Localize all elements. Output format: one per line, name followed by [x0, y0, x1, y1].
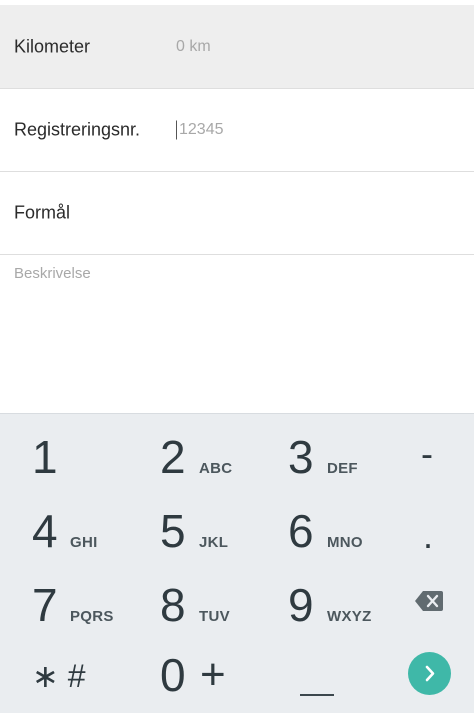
key-2-letters: ABC	[199, 460, 233, 477]
key-7[interactable]: 7 PQRS	[32, 582, 122, 632]
key-1[interactable]: 1	[32, 434, 112, 484]
key-8[interactable]: 8 TUV	[160, 582, 250, 632]
key-5[interactable]: 5 JKL	[160, 508, 250, 558]
registration-field-row[interactable]: Registreringsnr. 12345	[0, 89, 474, 172]
key-5-digit: 5	[160, 505, 186, 557]
key-dot[interactable]: .	[423, 518, 433, 554]
key-4-digit: 4	[32, 505, 58, 557]
key-4[interactable]: 4 GHI	[32, 508, 112, 558]
key-6-digit: 6	[288, 505, 314, 557]
key-5-letters: JKL	[199, 534, 229, 551]
key-0-plus: +	[200, 650, 226, 699]
description-field[interactable]: Beskrivelse	[0, 255, 474, 413]
key-star-hash[interactable]: ∗ #	[32, 658, 86, 694]
key-3-digit: 3	[288, 431, 314, 483]
key-4-letters: GHI	[70, 534, 98, 551]
kilometer-field-row[interactable]: Kilometer 0 km	[0, 5, 474, 89]
key-9-digit: 9	[288, 579, 314, 631]
key-7-letters: PQRS	[70, 608, 114, 625]
kilometer-value[interactable]: 0 km	[176, 38, 211, 56]
chevron-right-icon	[425, 665, 435, 682]
description-placeholder: Beskrivelse	[14, 265, 91, 282]
key-1-digit: 1	[32, 431, 58, 483]
key-space[interactable]	[300, 694, 334, 696]
purpose-field-row[interactable]: Formål	[0, 172, 474, 255]
registration-input[interactable]: 12345	[179, 121, 224, 139]
screen: Kilometer 0 km Registreringsnr. 12345 Fo…	[0, 0, 474, 713]
key-0-digit: 0	[160, 649, 186, 701]
key-dash[interactable]: -	[421, 436, 433, 472]
key-3-letters: DEF	[327, 460, 358, 477]
key-8-digit: 8	[160, 579, 186, 631]
backspace-icon[interactable]	[414, 590, 444, 612]
key-6-letters: MNO	[327, 534, 363, 551]
text-cursor	[176, 120, 177, 140]
kilometer-label: Kilometer	[14, 36, 91, 56]
key-7-digit: 7	[32, 579, 58, 631]
key-9[interactable]: 9 WXYZ	[288, 582, 388, 632]
key-9-letters: WXYZ	[327, 608, 372, 625]
key-6[interactable]: 6 MNO	[288, 508, 378, 558]
key-3[interactable]: 3 DEF	[288, 434, 378, 484]
purpose-label: Formål	[14, 202, 71, 223]
numeric-keypad: 1 2 ABC 3 DEF - 4 GHI 5 JKL 6 MNO . 7 PQ…	[0, 413, 474, 713]
registration-label: Registreringsnr.	[14, 119, 141, 140]
key-8-letters: TUV	[199, 608, 230, 625]
key-0[interactable]: 0 +	[160, 652, 250, 702]
next-button[interactable]	[408, 652, 451, 695]
key-2-digit: 2	[160, 431, 186, 483]
key-2[interactable]: 2 ABC	[160, 434, 250, 484]
